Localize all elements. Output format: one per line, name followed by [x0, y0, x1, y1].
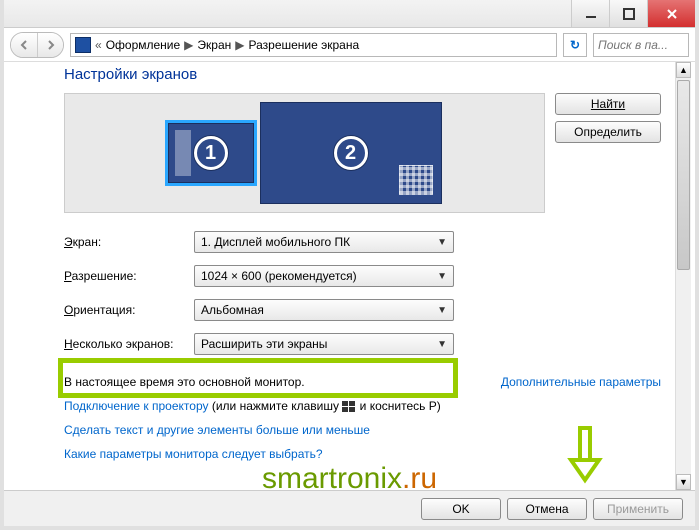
chevron-down-icon: ▼: [437, 237, 447, 248]
multiple-displays-label: Несколько экранов:: [64, 337, 194, 351]
back-button[interactable]: [11, 33, 37, 57]
display-preview[interactable]: 1 2: [64, 93, 545, 213]
window: « Оформление ▶ Экран ▶ Разрешение экрана…: [0, 0, 699, 530]
control-panel-icon: [75, 37, 91, 53]
refresh-button[interactable]: ↻: [563, 33, 587, 57]
display-preview-row: 1 2 Найти Определить: [64, 93, 661, 213]
close-button[interactable]: [647, 0, 695, 27]
apply-button[interactable]: Применить: [593, 498, 683, 520]
info-line: В настоящее время это основной монитор. …: [64, 375, 661, 389]
scroll-thumb[interactable]: [677, 80, 690, 270]
orientation-combo[interactable]: Альбомная▼: [194, 299, 454, 321]
navbar: « Оформление ▶ Экран ▶ Разрешение экрана…: [4, 28, 695, 62]
projector-link[interactable]: Подключение к проектору: [64, 399, 209, 413]
projector-line: Подключение к проектору (или нажмите кла…: [64, 399, 661, 413]
find-button[interactable]: Найти: [555, 93, 661, 115]
chevron-down-icon: ▼: [437, 305, 447, 316]
primary-monitor-text: В настоящее время это основной монитор.: [64, 375, 305, 389]
scroll-down-button[interactable]: ▼: [676, 474, 691, 490]
crumb[interactable]: Оформление: [106, 38, 180, 52]
orientation-label: Ориентация:: [64, 303, 194, 317]
monitor-2-badge: 2: [334, 136, 368, 170]
maximize-button[interactable]: [609, 0, 647, 27]
screen-combo[interactable]: 1. Дисплей мобильного ПК▼: [194, 231, 454, 253]
chevron-down-icon: ▼: [437, 271, 447, 282]
chevron-down-icon: ▼: [437, 339, 447, 350]
crumb[interactable]: Экран: [197, 38, 231, 52]
windows-key-icon: [342, 401, 356, 413]
monitor-1-badge: 1: [194, 136, 228, 170]
scroll-up-button[interactable]: ▲: [676, 62, 691, 78]
resolution-combo[interactable]: 1024 × 600 (рекомендуется)▼: [194, 265, 454, 287]
advanced-link[interactable]: Дополнительные параметры: [501, 375, 661, 389]
cancel-button[interactable]: Отмена: [507, 498, 587, 520]
identify-button[interactable]: Определить: [555, 121, 661, 143]
monitor-2[interactable]: 2: [260, 102, 442, 204]
search-input[interactable]: [593, 33, 689, 57]
minimize-button[interactable]: [571, 0, 609, 27]
settings-form: Экран: 1. Дисплей мобильного ПК▼ Разреше…: [64, 231, 661, 355]
page-title: Настройки экранов: [64, 66, 661, 83]
vertical-scrollbar[interactable]: ▲ ▼: [675, 62, 691, 490]
crumb[interactable]: Разрешение экрана: [249, 38, 360, 52]
ok-button[interactable]: OK: [421, 498, 501, 520]
nav-back-forward: [10, 32, 64, 58]
forward-button[interactable]: [37, 33, 63, 57]
which-settings-link[interactable]: Какие параметры монитора следует выбрать…: [64, 447, 323, 461]
footer: OK Отмена Применить: [4, 490, 695, 526]
content: Настройки экранов 1 2 Найти Определить Э…: [4, 62, 677, 490]
screen-label: Экран:: [64, 235, 194, 249]
resolution-label: Разрешение:: [64, 269, 194, 283]
text-size-link[interactable]: Сделать текст и другие элементы больше и…: [64, 423, 370, 437]
address-bar[interactable]: « Оформление ▶ Экран ▶ Разрешение экрана: [70, 33, 557, 57]
display-side-buttons: Найти Определить: [555, 93, 661, 213]
monitor-1[interactable]: 1: [168, 123, 254, 183]
titlebar: [4, 0, 695, 28]
multiple-displays-combo[interactable]: Расширить эти экраны▼: [194, 333, 454, 355]
